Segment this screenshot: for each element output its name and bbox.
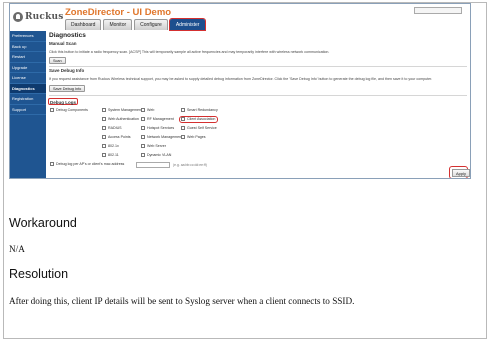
checkbox-label: Web Pages <box>187 135 206 139</box>
tab-monitor[interactable]: Monitor <box>103 19 133 30</box>
main-tabs: Dashboard Monitor Configure Administer <box>65 18 207 31</box>
tab-administer[interactable]: Administer <box>168 18 207 31</box>
ruckus-logo: Ruckus <box>13 10 64 24</box>
checkbox-label: Access Points <box>108 135 131 139</box>
checkbox-label: Hotspot Services <box>147 126 175 130</box>
header-user-area <box>414 7 466 14</box>
tab-configure[interactable]: Configure <box>134 19 168 30</box>
sidebar-item-upgrade[interactable]: Upgrade <box>10 63 46 73</box>
debug-mac-checkbox[interactable]: Debug log per AP's or client's mac addre… <box>50 162 124 166</box>
checkbox-guest-self-service[interactable]: Guest Self Service <box>181 126 217 130</box>
checkbox-hotspot-services[interactable]: Hotspot Services <box>141 126 174 130</box>
checkbox-smart-redundancy[interactable]: Smart Redundancy <box>181 108 218 112</box>
workaround-text: N/A <box>9 244 25 254</box>
checkbox-label: Web Authentication <box>108 117 139 121</box>
apply-button[interactable]: Apply <box>452 169 470 177</box>
checkbox-icon[interactable] <box>50 108 54 112</box>
checkbox-web-authentication[interactable]: Web Authentication <box>102 117 139 121</box>
checkbox-label: RADIUS <box>108 126 122 130</box>
scan-button[interactable]: Scan <box>49 57 66 64</box>
checkbox-icon[interactable] <box>102 117 106 121</box>
client-association-highlight <box>179 116 218 123</box>
checkbox-icon[interactable] <box>102 135 106 139</box>
debug-components-label: Debug Components <box>56 108 88 112</box>
checkbox-label: 802.1x <box>108 144 119 148</box>
tab-dashboard[interactable]: Dashboard <box>65 19 102 30</box>
sidebar-item-support[interactable]: Support <box>10 105 46 115</box>
debug-mac-label: Debug log per AP's or client's mac addre… <box>56 162 125 166</box>
checkbox-access-points[interactable]: Access Points <box>102 135 131 139</box>
checkbox-icon[interactable] <box>141 126 145 130</box>
checkbox-icon[interactable] <box>141 153 145 157</box>
sidebar-item-back-up[interactable]: Back up <box>10 42 46 52</box>
checkbox-icon[interactable] <box>181 135 185 139</box>
ruckus-dog-icon <box>13 12 23 22</box>
checkbox-icon[interactable] <box>102 126 106 130</box>
page-title: Diagnostics <box>49 32 86 39</box>
checkbox-icon[interactable] <box>50 162 54 166</box>
checkbox-icon[interactable] <box>141 117 145 121</box>
workaround-heading: Workaround <box>9 216 77 230</box>
checkbox-802-1x[interactable]: 802.1x <box>102 144 119 148</box>
sidebar-item-registration[interactable]: Registration <box>10 94 46 105</box>
checkbox-dynamic-vlan[interactable]: Dynamic VLAN <box>141 153 171 157</box>
checkbox-icon[interactable] <box>141 144 145 148</box>
checkbox-icon[interactable] <box>102 108 106 112</box>
debug-logs-title: Debug Logs <box>48 98 78 105</box>
checkbox-label: Web <box>147 108 155 112</box>
checkbox-label: Web Server <box>147 144 166 148</box>
checkbox-icon[interactable] <box>181 126 185 130</box>
sidebar-item-preferences[interactable]: Preferences <box>10 31 46 42</box>
checkbox-icon[interactable] <box>102 153 106 157</box>
checkbox-web-pages[interactable]: Web Pages <box>181 135 206 139</box>
manual-scan-title: Manual Scan <box>49 41 77 46</box>
checkbox-label: Guest Self Service <box>187 126 217 130</box>
checkbox-web-server[interactable]: Web Server <box>141 144 166 148</box>
checkbox-label: Dynamic VLAN <box>147 153 172 157</box>
sidebar-item-restart[interactable]: Restart <box>10 52 46 63</box>
main-panel: Diagnostics Manual Scan Click this butto… <box>47 31 470 178</box>
sidebar-item-diagnostics[interactable]: Diagnostics <box>10 83 46 94</box>
checkbox-label: Smart Redundancy <box>187 108 218 112</box>
sidebar: Preferences Back up Restart Upgrade Lice… <box>10 31 46 178</box>
logo-text: Ruckus <box>25 12 64 22</box>
checkbox-802-11[interactable]: 802.11 <box>102 153 119 157</box>
zonedirector-screenshot: Ruckus ZoneDirector - UI Demo Dashboard … <box>9 3 471 179</box>
checkbox-web[interactable]: Web <box>141 108 154 112</box>
divider <box>49 95 467 96</box>
checkbox-icon[interactable] <box>181 108 185 112</box>
checkbox-icon[interactable] <box>141 135 145 139</box>
sidebar-item-license[interactable]: License <box>10 73 46 84</box>
checkbox-label: RF Management <box>147 117 174 121</box>
user-info-box <box>414 7 462 14</box>
manual-scan-desc: Click this button to initiate a radio fr… <box>49 50 330 54</box>
checkbox-radius[interactable]: RADIUS <box>102 126 122 130</box>
checkbox-network-management[interactable]: Network Management <box>141 135 182 139</box>
checkbox-icon[interactable] <box>102 144 106 148</box>
checkbox-rf-management[interactable]: RF Management <box>141 117 174 121</box>
divider <box>49 66 467 67</box>
resolution-text: After doing this, client IP details will… <box>9 296 355 306</box>
checkbox-icon[interactable] <box>141 108 145 112</box>
app-header: Ruckus ZoneDirector - UI Demo Dashboard … <box>10 4 470 31</box>
save-debug-desc: If you request assistance from Ruckus Wi… <box>49 77 433 81</box>
mac-address-hint: (e.g. aa:bb:cc:dd:ee:ff) <box>173 163 207 167</box>
checkbox-system-management[interactable]: System Management <box>102 108 142 112</box>
debug-components-checkbox[interactable]: Debug Components <box>50 108 88 112</box>
checkbox-label: System Management <box>108 108 142 112</box>
mac-address-input[interactable] <box>136 162 170 168</box>
checkbox-label: Network Management <box>147 135 183 139</box>
resolution-heading: Resolution <box>9 267 69 281</box>
save-debug-title: Save Debug Info <box>49 68 85 73</box>
save-debug-info-button[interactable]: Save Debug Info <box>49 85 86 92</box>
app-title: ZoneDirector - UI Demo <box>65 7 172 18</box>
checkbox-label: 802.11 <box>108 153 119 157</box>
